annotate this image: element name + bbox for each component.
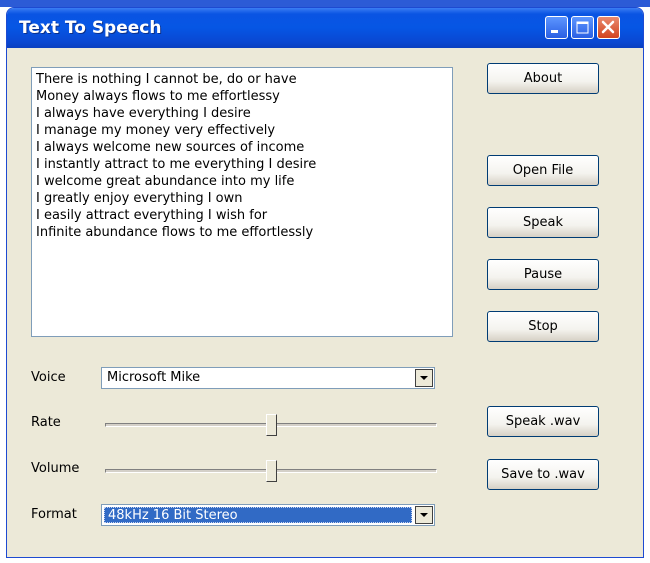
text-line: I always welcome new sources of income bbox=[36, 140, 305, 155]
voice-value: Microsoft Mike bbox=[107, 370, 201, 385]
close-button[interactable] bbox=[597, 16, 620, 39]
open-file-button[interactable]: Open File bbox=[487, 155, 599, 186]
minimize-icon bbox=[551, 30, 558, 33]
text-line: I instantly attract to me everything I d… bbox=[36, 157, 317, 172]
about-button[interactable]: About bbox=[487, 63, 599, 94]
pause-button[interactable]: Pause bbox=[487, 259, 599, 290]
text-line: I greatly enjoy everything I own bbox=[36, 191, 243, 206]
chevron-down-icon bbox=[420, 376, 428, 380]
title-bar[interactable]: Text To Speech bbox=[7, 8, 643, 48]
stop-button[interactable]: Stop bbox=[487, 311, 599, 342]
volume-slider-thumb[interactable] bbox=[265, 460, 277, 482]
chevron-down-icon bbox=[420, 513, 428, 517]
close-icon bbox=[601, 20, 615, 34]
text-line: I manage my money very effectively bbox=[36, 123, 276, 138]
window-title: Text To Speech bbox=[19, 18, 162, 38]
minimize-button[interactable] bbox=[545, 16, 568, 39]
text-line: Money always flows to me effortlessy bbox=[36, 89, 280, 104]
text-line: I always have everything I desire bbox=[36, 106, 251, 121]
text-input-area[interactable]: There is nothing I cannot be, do or have… bbox=[31, 67, 453, 337]
client-area: There is nothing I cannot be, do or have… bbox=[11, 48, 639, 553]
rate-label: Rate bbox=[31, 415, 61, 430]
app-window: Text To Speech There is nothing I cannot… bbox=[6, 7, 644, 558]
screen-edge bbox=[0, 0, 650, 7]
maximize-icon bbox=[576, 21, 589, 34]
text-line: I easily attract everything I wish for bbox=[36, 208, 268, 223]
save-wav-button[interactable]: Save to .wav bbox=[487, 459, 599, 490]
voice-label: Voice bbox=[31, 370, 66, 385]
format-dropdown-button[interactable] bbox=[415, 506, 433, 524]
rate-slider-thumb[interactable] bbox=[265, 414, 277, 436]
format-select[interactable]: 48kHz 16 Bit Stereo bbox=[101, 504, 435, 526]
text-line: There is nothing I cannot be, do or have bbox=[36, 72, 297, 87]
format-label: Format bbox=[31, 507, 77, 522]
text-line: Infinite abundance flows to me effortles… bbox=[36, 225, 314, 240]
format-value: 48kHz 16 Bit Stereo bbox=[104, 507, 412, 523]
speak-wav-button[interactable]: Speak .wav bbox=[487, 406, 599, 437]
speak-button[interactable]: Speak bbox=[487, 207, 599, 238]
text-line: I welcome great abundance into my life bbox=[36, 174, 295, 189]
voice-dropdown-button[interactable] bbox=[415, 369, 433, 387]
maximize-button[interactable] bbox=[571, 16, 594, 39]
voice-select[interactable]: Microsoft Mike bbox=[101, 367, 435, 389]
volume-label: Volume bbox=[31, 461, 80, 476]
